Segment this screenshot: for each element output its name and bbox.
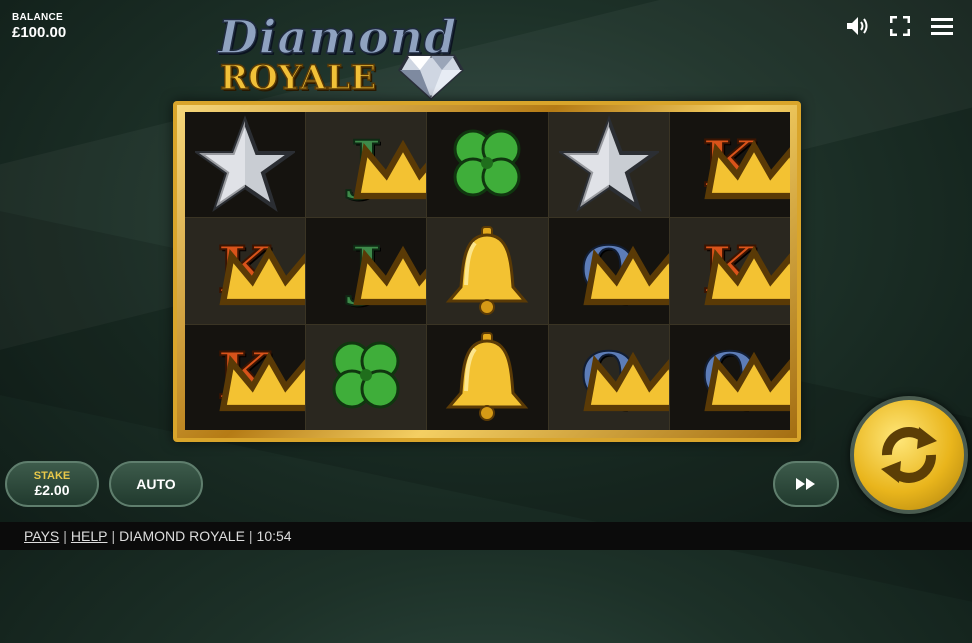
crown-icon bbox=[704, 352, 790, 412]
k-symbol: K bbox=[216, 237, 306, 306]
pays-link[interactable]: PAYS bbox=[24, 528, 59, 544]
reel-cell bbox=[427, 112, 548, 218]
footer-bar: PAYS | HELP | DIAMOND ROYALE | 10:54 bbox=[0, 522, 972, 550]
balance-label: BALANCE bbox=[12, 12, 63, 23]
reel-cell bbox=[548, 112, 669, 218]
bell-symbol-icon bbox=[446, 225, 529, 315]
spin-button[interactable] bbox=[850, 396, 968, 514]
fast-forward-icon bbox=[796, 478, 815, 490]
game-logo: Diamond ROYALE bbox=[216, 9, 472, 100]
hamburger-menu-icon bbox=[931, 18, 953, 35]
spin-arrows-icon bbox=[881, 427, 937, 483]
autoplay-label: AUTO bbox=[136, 476, 176, 492]
crown-icon bbox=[219, 245, 306, 306]
crown-icon bbox=[583, 352, 669, 412]
bell-symbol-icon bbox=[446, 332, 529, 422]
reel-cell: Q bbox=[669, 324, 790, 430]
fullscreen-icon bbox=[890, 16, 910, 36]
reel-cell: K bbox=[669, 112, 790, 218]
j-symbol: J bbox=[350, 237, 427, 306]
q-symbol: Q bbox=[580, 344, 669, 412]
reel-cell: J bbox=[306, 218, 427, 324]
autoplay-button[interactable]: AUTO bbox=[109, 461, 203, 507]
clover-symbol-icon bbox=[453, 129, 521, 197]
crown-icon bbox=[353, 139, 427, 199]
j-symbol: J bbox=[350, 131, 427, 199]
crown-icon bbox=[219, 352, 306, 412]
reel-cell bbox=[427, 218, 548, 324]
crown-icon bbox=[704, 245, 790, 306]
reel-cell: K bbox=[185, 324, 306, 430]
crown-icon bbox=[704, 139, 790, 199]
star-symbol-icon bbox=[558, 114, 659, 212]
stake-value: £2.00 bbox=[34, 482, 70, 498]
star-symbol-icon bbox=[195, 114, 296, 212]
reel-grid: JKKJQKKQQ bbox=[185, 112, 790, 430]
reel-cell: Q bbox=[548, 218, 669, 324]
reel-cell: Q bbox=[548, 324, 669, 430]
speaker-icon bbox=[847, 17, 868, 35]
k-symbol: K bbox=[216, 344, 306, 412]
turbo-button[interactable] bbox=[773, 461, 839, 507]
q-symbol: Q bbox=[580, 237, 669, 306]
k-symbol: K bbox=[701, 131, 790, 199]
stake-button[interactable]: STAKE £2.00 bbox=[5, 461, 99, 507]
stake-label: STAKE bbox=[33, 470, 71, 482]
q-symbol: Q bbox=[701, 344, 790, 412]
balance-value: £100.00 bbox=[12, 24, 67, 41]
k-symbol: K bbox=[701, 237, 790, 306]
crown-icon bbox=[353, 245, 427, 306]
fullscreen-button[interactable] bbox=[888, 14, 912, 38]
game-name: DIAMOND ROYALE bbox=[119, 528, 245, 544]
balance-display: BALANCE £100.00 bbox=[12, 12, 66, 41]
sound-button[interactable] bbox=[846, 14, 870, 38]
crown-icon bbox=[583, 245, 669, 306]
clover-symbol-icon bbox=[332, 341, 400, 409]
reel-cell: K bbox=[669, 218, 790, 324]
reel-cell bbox=[306, 324, 427, 430]
logo-line-2: ROYALE bbox=[219, 57, 377, 99]
clock: 10:54 bbox=[256, 528, 292, 544]
reel-cell bbox=[427, 324, 548, 430]
reel-cell: J bbox=[306, 112, 427, 218]
reel-cell bbox=[185, 112, 306, 218]
diamond-icon bbox=[398, 54, 464, 100]
menu-button[interactable] bbox=[930, 14, 954, 38]
help-link[interactable]: HELP bbox=[71, 528, 108, 544]
reel-cell: K bbox=[185, 218, 306, 324]
